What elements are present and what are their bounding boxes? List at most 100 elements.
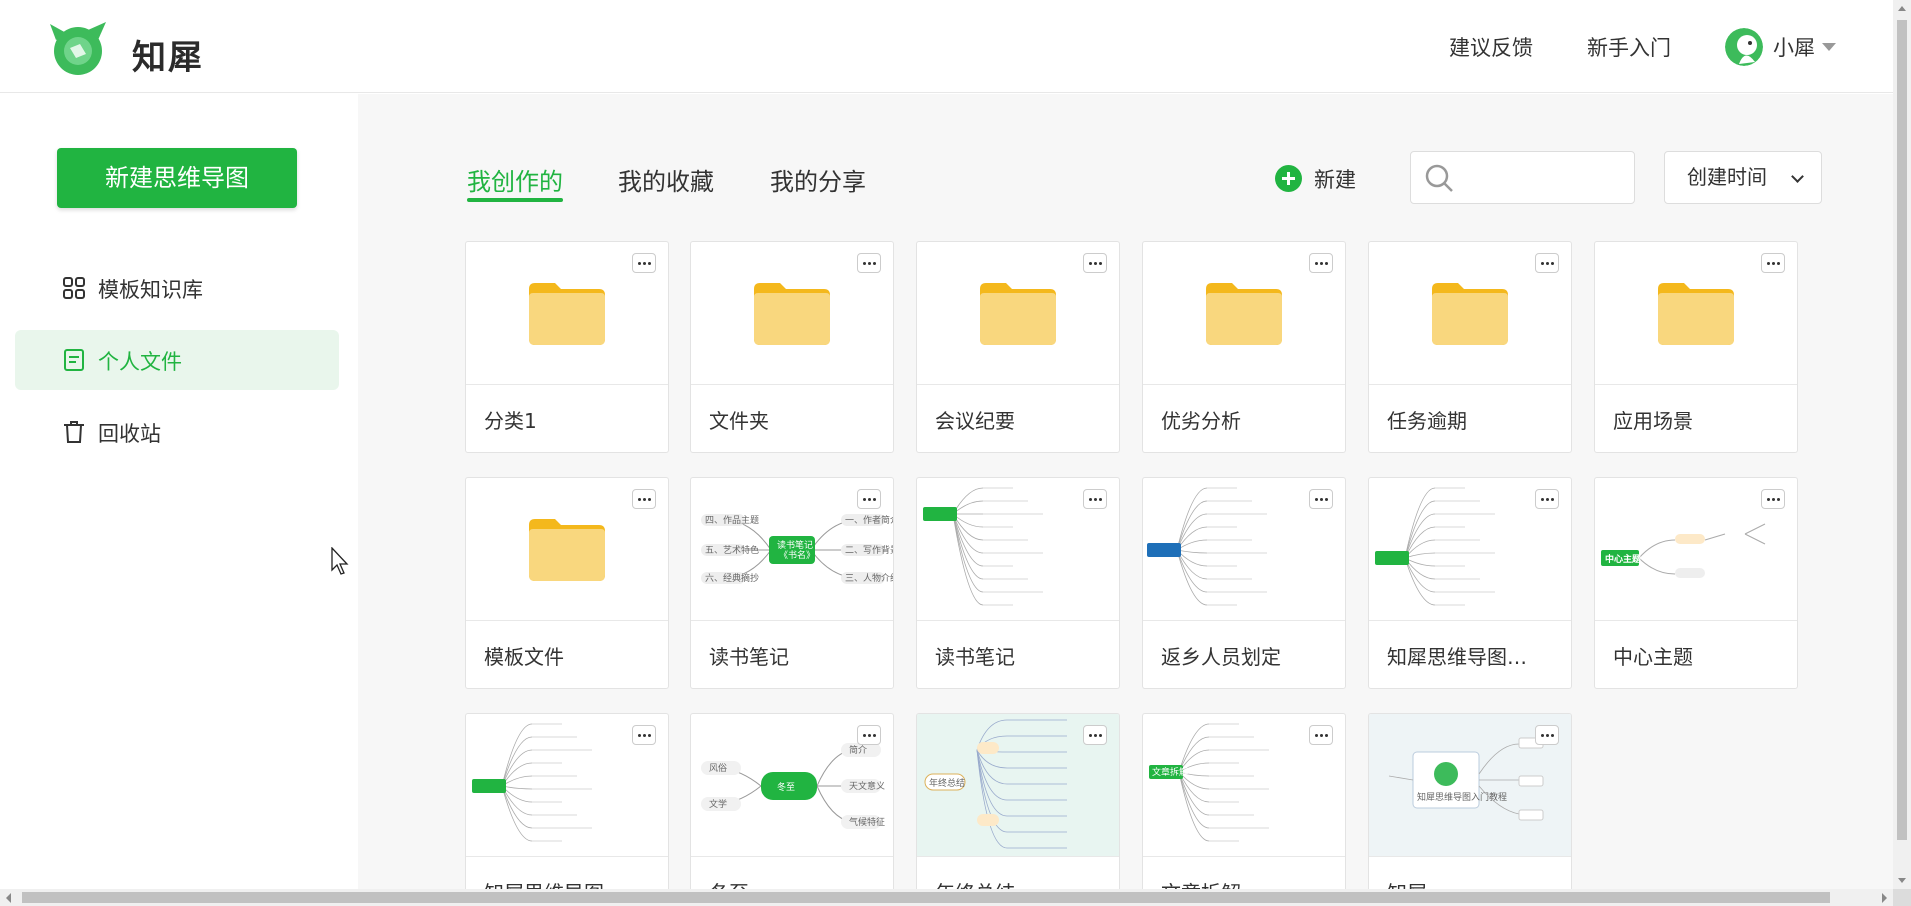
map-center-label: 文章拆解 bbox=[1152, 766, 1188, 778]
folder-card[interactable]: 优劣分析 bbox=[1142, 241, 1346, 453]
scrollbar-corner bbox=[1893, 889, 1911, 906]
card-title[interactable]: 读书笔记 bbox=[935, 641, 1105, 670]
more-options-icon[interactable] bbox=[1083, 725, 1107, 745]
active-tab-indicator bbox=[467, 198, 563, 202]
card-title[interactable]: 文件夹 bbox=[709, 405, 879, 434]
more-options-icon[interactable] bbox=[632, 725, 656, 745]
zhixi-logo[interactable] bbox=[48, 20, 112, 76]
user-name[interactable]: 小犀 bbox=[1773, 32, 1815, 62]
card-title[interactable]: 知犀思维导图… bbox=[1387, 641, 1557, 670]
more-options-icon[interactable] bbox=[1309, 725, 1333, 745]
mindmap-card[interactable]: 返乡人员划定 bbox=[1142, 477, 1346, 689]
scrollbar-thumb[interactable] bbox=[1897, 20, 1907, 840]
folder-card[interactable]: 文件夹 bbox=[690, 241, 894, 453]
search-input[interactable] bbox=[1410, 151, 1635, 204]
folder-icon bbox=[529, 519, 605, 581]
folder-card[interactable]: 应用场景 bbox=[1594, 241, 1798, 453]
card-title[interactable]: 知犀 bbox=[1387, 877, 1557, 889]
folder-card[interactable]: 模板文件 bbox=[465, 477, 669, 689]
card-title[interactable]: 知犀思维导图 bbox=[484, 877, 654, 889]
card-title[interactable]: 返乡人员划定 bbox=[1161, 641, 1331, 670]
tab-my-shares[interactable]: 我的分享 bbox=[770, 162, 866, 197]
scroll-up-icon[interactable] bbox=[1898, 6, 1906, 11]
more-options-icon[interactable] bbox=[857, 489, 881, 509]
more-options-icon[interactable] bbox=[1083, 253, 1107, 273]
tab-my-creations[interactable]: 我创作的 bbox=[467, 162, 563, 197]
tab-my-favorites[interactable]: 我的收藏 bbox=[618, 162, 714, 197]
more-options-icon[interactable] bbox=[1761, 253, 1785, 273]
new-button[interactable]: 新建 bbox=[1314, 164, 1356, 194]
mindmap-card[interactable]: 知犀思维导图 bbox=[465, 713, 669, 889]
card-title[interactable]: 读书笔记 bbox=[709, 641, 879, 670]
top-header: 知犀 建议反馈 新手入门 小犀 bbox=[0, 0, 1893, 93]
map-node-label: 风俗 bbox=[709, 762, 727, 774]
folder-card[interactable]: 任务逾期 bbox=[1368, 241, 1572, 453]
user-menu-caret-icon[interactable] bbox=[1822, 43, 1836, 51]
more-options-icon[interactable] bbox=[1309, 253, 1333, 273]
sort-dropdown[interactable]: 创建时间 bbox=[1664, 151, 1822, 204]
horizontal-scrollbar[interactable] bbox=[0, 889, 1893, 906]
more-options-icon[interactable] bbox=[1083, 489, 1107, 509]
plus-circle-icon[interactable] bbox=[1275, 165, 1302, 192]
map-center-label: 中心主题 bbox=[1605, 553, 1642, 565]
mouse-cursor-icon bbox=[331, 546, 351, 577]
mindmap-card[interactable]: 中心主题 中心主题 bbox=[1594, 477, 1798, 689]
scroll-down-icon[interactable] bbox=[1898, 878, 1906, 883]
mindmap-card[interactable]: 四、作品主题五、艺术特色六、经典摘抄一、作者简介二、写作背景三、人物介绍读书笔记… bbox=[690, 477, 894, 689]
getting-started-link[interactable]: 新手入门 bbox=[1587, 32, 1671, 62]
card-title[interactable]: 会议纪要 bbox=[935, 405, 1105, 434]
more-options-icon[interactable] bbox=[632, 253, 656, 273]
sidebar-item-recycle-bin[interactable]: 回收站 bbox=[15, 402, 339, 462]
folder-icon bbox=[1658, 283, 1734, 345]
card-title[interactable]: 应用场景 bbox=[1613, 405, 1783, 434]
sidebar-item-label: 回收站 bbox=[98, 422, 161, 446]
map-node-label: 三、人物介绍 bbox=[845, 572, 893, 584]
more-options-icon[interactable] bbox=[1761, 489, 1785, 509]
map-node-label: 文学 bbox=[709, 798, 727, 810]
card-title[interactable]: 中心主题 bbox=[1613, 641, 1783, 670]
folder-icon bbox=[980, 283, 1056, 345]
feedback-link[interactable]: 建议反馈 bbox=[1449, 32, 1533, 62]
sidebar-item-personal-files[interactable]: 个人文件 bbox=[15, 330, 339, 390]
mindmap-card[interactable]: 冬至风俗文学简介天文意义气候特征冬至 bbox=[690, 713, 894, 889]
mindmap-card[interactable]: 知犀思维导图入门教程知犀 bbox=[1368, 713, 1572, 889]
folder-icon bbox=[754, 283, 830, 345]
card-title[interactable]: 冬至 bbox=[709, 877, 879, 889]
card-title[interactable]: 任务逾期 bbox=[1387, 405, 1557, 434]
card-title[interactable]: 年终总结 bbox=[935, 877, 1105, 889]
search-icon bbox=[1425, 164, 1453, 192]
sidebar-item-label: 个人文件 bbox=[98, 350, 182, 374]
more-options-icon[interactable] bbox=[857, 253, 881, 273]
folder-card[interactable]: 分类1 bbox=[465, 241, 669, 453]
mindmap-card[interactable]: 文章拆解文章拆解 bbox=[1142, 713, 1346, 889]
user-avatar[interactable] bbox=[1725, 28, 1763, 66]
new-mindmap-button[interactable]: 新建思维导图 bbox=[57, 148, 297, 208]
more-options-icon[interactable] bbox=[857, 725, 881, 745]
map-node-label: 气候特征 bbox=[849, 816, 885, 828]
sidebar: 新建思维导图 模板知识库 个人文件 回收站 bbox=[0, 94, 358, 889]
map-node-label: 二、写作背景 bbox=[845, 544, 893, 556]
scroll-left-icon[interactable] bbox=[6, 893, 11, 903]
grid-icon bbox=[62, 276, 86, 300]
folder-icon bbox=[1432, 283, 1508, 345]
vertical-scrollbar[interactable] bbox=[1893, 0, 1911, 889]
scroll-right-icon[interactable] bbox=[1882, 893, 1887, 903]
card-title[interactable]: 模板文件 bbox=[484, 641, 654, 670]
card-title[interactable]: 优劣分析 bbox=[1161, 405, 1331, 434]
mindmap-card[interactable]: 知犀思维导图… bbox=[1368, 477, 1572, 689]
map-center-label: 《书名》 bbox=[779, 549, 815, 561]
more-options-icon[interactable] bbox=[632, 489, 656, 509]
more-options-icon[interactable] bbox=[1535, 253, 1559, 273]
mindmap-card[interactable]: 读书笔记 bbox=[916, 477, 1120, 689]
more-options-icon[interactable] bbox=[1309, 489, 1333, 509]
card-title[interactable]: 文章拆解 bbox=[1161, 877, 1331, 889]
map-node-label: 简介 bbox=[849, 744, 867, 756]
mindmap-card[interactable]: 年终总结年终总结 bbox=[916, 713, 1120, 889]
sidebar-item-templates[interactable]: 模板知识库 bbox=[15, 258, 339, 318]
map-center-label: 年终总结 bbox=[929, 777, 965, 789]
card-title[interactable]: 分类1 bbox=[484, 405, 654, 434]
folder-card[interactable]: 会议纪要 bbox=[916, 241, 1120, 453]
scrollbar-thumb[interactable] bbox=[22, 892, 1830, 903]
more-options-icon[interactable] bbox=[1535, 489, 1559, 509]
more-options-icon[interactable] bbox=[1535, 725, 1559, 745]
